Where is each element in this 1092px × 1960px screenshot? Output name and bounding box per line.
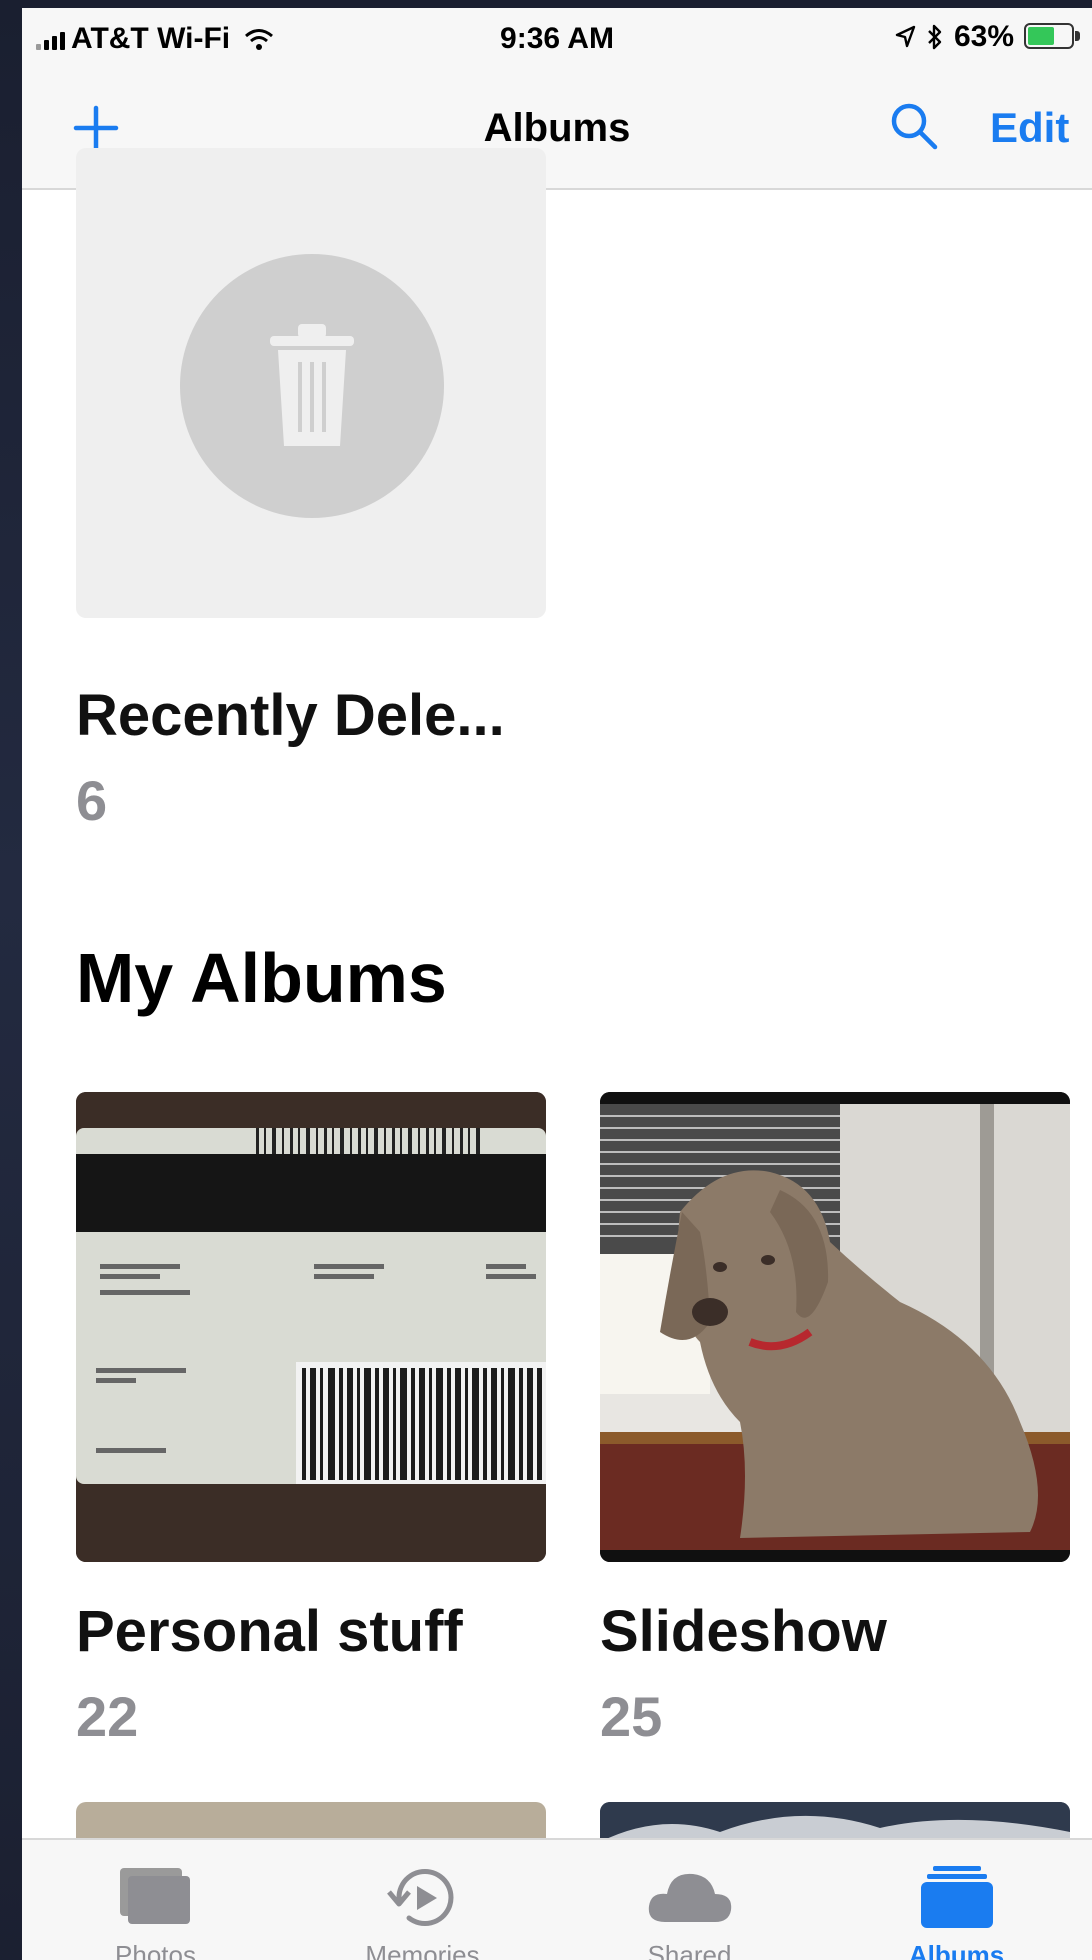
tab-bar: Photos Memories Shared Albums <box>22 1838 1092 1960</box>
recently-deleted-album[interactable] <box>76 148 546 618</box>
status-right: 63% <box>894 20 1082 54</box>
album-name-personal-stuff: Personal stuff <box>76 1599 463 1664</box>
album-count-personal-stuff: 22 <box>76 1685 139 1748</box>
tab-label-albums: Albums <box>908 1940 1005 1960</box>
slideshow-thumbnail <box>600 1092 1070 1562</box>
album-name-slideshow: Slideshow <box>600 1599 887 1664</box>
edit-button[interactable]: Edit <box>990 104 1069 152</box>
tab-shared[interactable]: Shared <box>556 1840 823 1960</box>
memories-icon <box>386 1869 453 1926</box>
personal-stuff-thumbnail <box>76 1092 546 1562</box>
tab-photos[interactable]: Photos <box>22 1840 289 1960</box>
trash-icon <box>270 324 354 446</box>
slideshow-album[interactable] <box>600 1092 1070 1562</box>
tab-albums[interactable]: Albums <box>823 1840 1090 1960</box>
cloud-icon <box>648 1873 731 1922</box>
tab-label-shared: Shared <box>647 1940 732 1960</box>
battery-percent: 63% <box>953 20 1014 53</box>
my-albums-heading: My Albums <box>76 939 447 1017</box>
search-icon[interactable] <box>888 100 940 152</box>
tab-memories[interactable]: Memories <box>289 1840 556 1960</box>
status-bar: AT&T Wi-Fi 9:36 AM 63% <box>22 8 1092 68</box>
battery-icon <box>1024 23 1082 51</box>
albums-icon <box>920 1866 993 1928</box>
tab-label-memories: Memories <box>365 1940 480 1960</box>
battery-level-fill <box>1028 27 1054 45</box>
recently-deleted-name: Recently Dele... <box>76 683 505 748</box>
recently-deleted-count: 6 <box>76 769 108 832</box>
phone-screen: AT&T Wi-Fi 9:36 AM 63% Albums Edit Recen… <box>22 8 1092 1960</box>
personal-stuff-album[interactable] <box>76 1092 546 1562</box>
trash-badge <box>180 254 444 518</box>
tab-label-photos: Photos <box>115 1940 196 1960</box>
location-arrow-icon <box>895 25 916 48</box>
bluetooth-icon <box>928 24 942 50</box>
album-count-slideshow: 25 <box>600 1685 663 1748</box>
photos-icon <box>119 1868 190 1924</box>
